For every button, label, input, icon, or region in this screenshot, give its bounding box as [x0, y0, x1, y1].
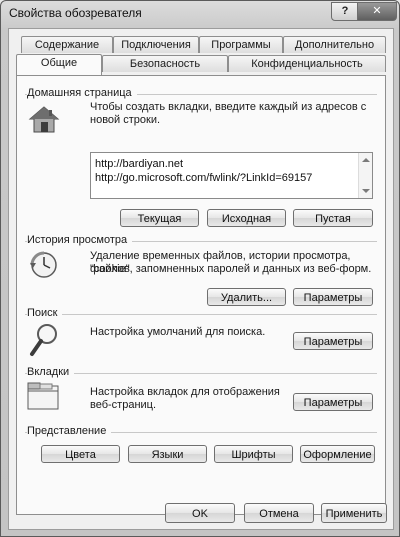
- history-group-title: История просмотра: [27, 234, 133, 246]
- home-icon: [28, 106, 60, 133]
- search-settings-button[interactable]: Параметры: [293, 332, 373, 350]
- use-default-button[interactable]: Исходная: [207, 209, 286, 227]
- help-button[interactable]: ?: [331, 2, 359, 21]
- home-description-line1: Чтобы создать вкладки, введите каждый из…: [90, 101, 367, 113]
- tabs-group-title: Вкладки: [27, 366, 75, 378]
- delete-history-button[interactable]: Удалить...: [207, 288, 286, 306]
- search-magnifier-icon: [30, 324, 57, 356]
- urls-scrollbar[interactable]: [358, 153, 372, 198]
- dialog-client: Содержание Подключения Программы Дополни…: [8, 28, 394, 530]
- tab-privacy[interactable]: Конфиденциальность: [228, 55, 386, 72]
- use-blank-button[interactable]: Пустая: [293, 209, 373, 227]
- search-description: Настройка умолчаний для поиска.: [90, 326, 266, 338]
- tabs-description-line1: Настройка вкладок для отображения: [90, 386, 280, 398]
- history-clock-icon: [30, 251, 57, 278]
- search-group-line: [25, 314, 377, 315]
- home-description-line2: новой строки.: [90, 114, 161, 126]
- tab-connections[interactable]: Подключения: [113, 36, 199, 53]
- search-group-title: Поиск: [27, 307, 63, 319]
- appearance-group-title: Представление: [27, 425, 112, 437]
- window-title: Свойства обозревателя: [9, 6, 142, 20]
- fonts-button[interactable]: Шрифты: [214, 445, 293, 463]
- cancel-button[interactable]: Отмена: [244, 503, 314, 523]
- general-tab-panel: Домашняя страница Чтобы создать вкладки,…: [16, 75, 386, 515]
- languages-button[interactable]: Языки: [128, 445, 207, 463]
- accessibility-button[interactable]: Оформление: [300, 445, 375, 463]
- tabs-group-line: [25, 373, 377, 374]
- tab-programs[interactable]: Программы: [199, 36, 283, 53]
- apply-button[interactable]: Применить: [321, 503, 387, 523]
- tab-general[interactable]: Общие: [16, 54, 102, 75]
- scroll-down-arrow-icon[interactable]: [362, 189, 370, 193]
- close-button[interactable]: ✕: [357, 2, 397, 21]
- home-url-2: http://go.microsoft.com/fwlink/?LinkId=6…: [95, 172, 313, 184]
- tab-security[interactable]: Безопасность: [102, 55, 228, 72]
- tabs-description-line2: веб-страниц.: [90, 399, 157, 411]
- tabs-settings-button[interactable]: Параметры: [293, 393, 373, 411]
- home-page-urls-textbox[interactable]: http://bardiyan.net http://go.microsoft.…: [90, 152, 373, 199]
- ok-button[interactable]: OK: [165, 503, 235, 523]
- colors-button[interactable]: Цвета: [41, 445, 120, 463]
- internet-options-window: Свойства обозревателя ? ✕ Содержание Под…: [0, 0, 400, 537]
- history-description-line2: "cookie", запомненных паролей и данных и…: [90, 263, 372, 275]
- tab-advanced[interactable]: Дополнительно: [283, 36, 386, 53]
- scroll-up-arrow-icon[interactable]: [362, 158, 370, 162]
- home-group-title: Домашняя страница: [27, 87, 137, 99]
- title-bar: Свойства обозревателя ? ✕: [1, 1, 399, 27]
- history-settings-button[interactable]: Параметры: [293, 288, 373, 306]
- home-url-1: http://bardiyan.net: [95, 158, 184, 170]
- tab-content[interactable]: Содержание: [21, 36, 113, 53]
- tabs-window-icon: [27, 382, 59, 410]
- use-current-button[interactable]: Текущая: [120, 209, 199, 227]
